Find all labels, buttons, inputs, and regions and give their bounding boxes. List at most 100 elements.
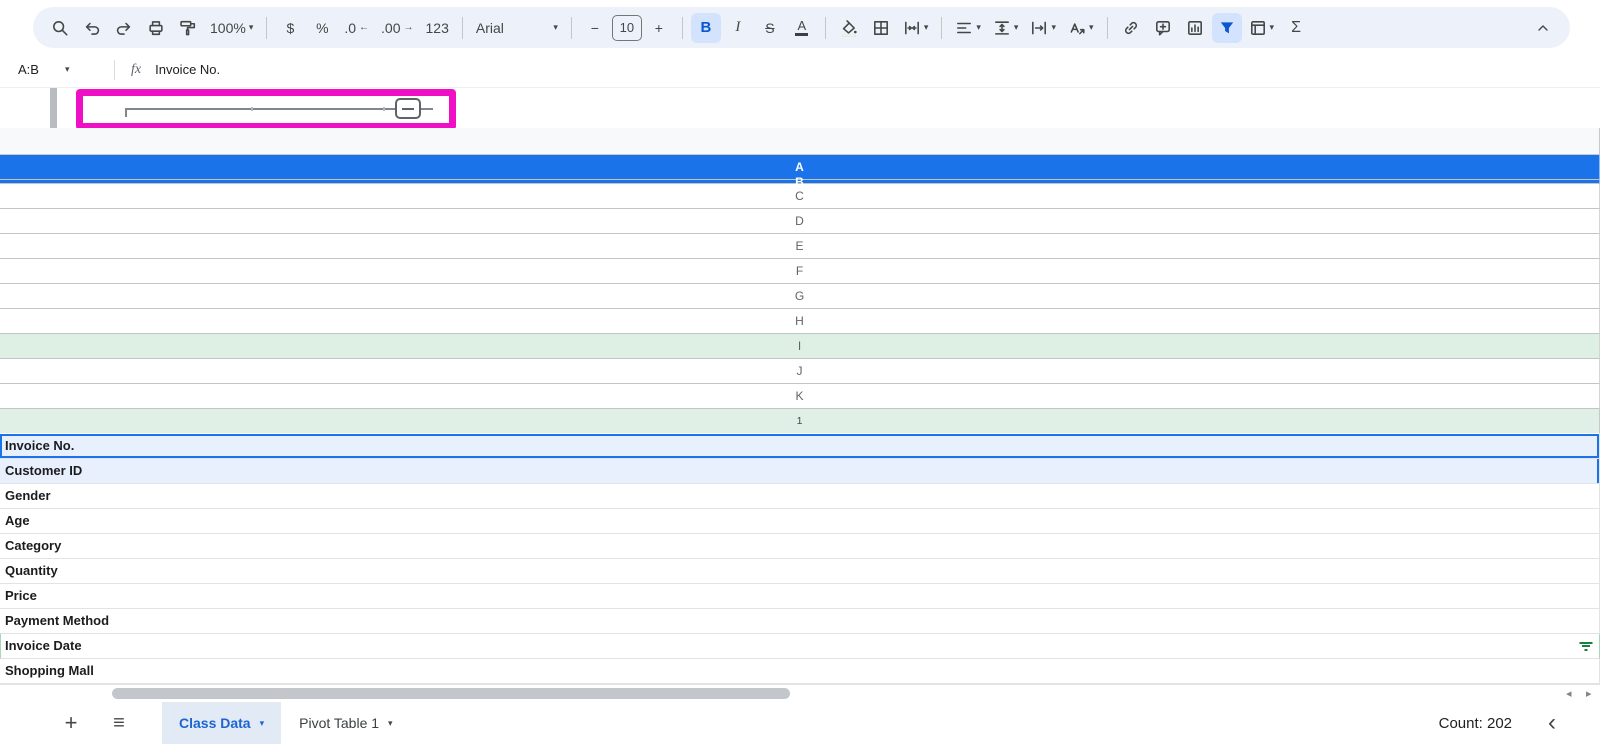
redo-button[interactable] bbox=[109, 13, 139, 43]
chevron-down-icon: ▾ bbox=[1051, 22, 1056, 32]
cell[interactable]: Shopping Mall bbox=[0, 659, 1600, 684]
column-header-F[interactable]: F bbox=[0, 259, 1600, 284]
decrease-font-size-button[interactable]: − bbox=[580, 13, 610, 43]
name-box-value: A:B bbox=[18, 62, 39, 77]
font-size-input[interactable]: 10 bbox=[611, 14, 642, 41]
column-header-E[interactable]: E bbox=[0, 234, 1600, 259]
column-header-G[interactable]: G bbox=[0, 284, 1600, 309]
increase-decimal-button[interactable]: .00 → bbox=[376, 13, 418, 43]
cell[interactable]: Customer ID bbox=[0, 459, 1600, 484]
zoom-select[interactable]: 100% ▾ bbox=[205, 13, 258, 43]
cell[interactable]: Quantity bbox=[0, 559, 1600, 584]
comment-icon bbox=[1155, 20, 1170, 36]
cell[interactable]: Gender bbox=[0, 484, 1600, 509]
bold-button[interactable]: B bbox=[690, 12, 721, 43]
vertical-align-button[interactable]: ▾ bbox=[988, 13, 1024, 43]
select-all-corner[interactable] bbox=[0, 128, 1600, 155]
horizontal-align-button[interactable]: ▾ bbox=[950, 13, 986, 43]
undo-button[interactable] bbox=[77, 13, 107, 43]
toolbar-divider bbox=[1106, 16, 1108, 39]
fill-color-icon bbox=[841, 19, 857, 37]
insert-chart-button[interactable] bbox=[1180, 13, 1210, 43]
add-sheet-button[interactable]: + bbox=[58, 710, 84, 736]
cell[interactable]: Payment Method bbox=[0, 609, 1600, 634]
filter-funnel-icon bbox=[1220, 21, 1233, 33]
currency-format-button[interactable]: $ bbox=[275, 13, 305, 43]
arrow-left-icon: ← bbox=[359, 22, 370, 33]
chevron-down-icon: ▾ bbox=[1269, 22, 1275, 32]
toolbar-divider bbox=[941, 16, 943, 39]
column-header-K[interactable]: K bbox=[0, 384, 1600, 409]
filter-views-button[interactable]: ▾ bbox=[1244, 13, 1280, 43]
toolbar: 100% ▾ $ % .0 ← .00 → 123 Arial ▾ − 10 + B I… bbox=[33, 7, 1570, 48]
cell[interactable]: Age bbox=[0, 509, 1600, 534]
zoom-value: 100% bbox=[210, 19, 246, 36]
scrollbar-thumb[interactable] bbox=[112, 688, 790, 699]
row-header[interactable]: 1 bbox=[0, 409, 1600, 434]
scroll-right-arrow[interactable]: ▸ bbox=[1586, 687, 1592, 700]
cell[interactable]: Price bbox=[0, 584, 1600, 609]
percent-format-button[interactable]: % bbox=[307, 13, 337, 43]
chart-icon bbox=[1187, 20, 1202, 35]
insert-link-button[interactable] bbox=[1116, 13, 1146, 43]
collapse-panel-chevron[interactable]: ‹ bbox=[1548, 711, 1556, 735]
spreadsheet-grid: A B C D E F G H I J K 1 Invoice No. Customer ID Gender… bbox=[0, 128, 1600, 685]
font-select[interactable]: Arial ▾ bbox=[471, 13, 563, 43]
borders-button[interactable] bbox=[866, 13, 896, 43]
divider bbox=[114, 59, 115, 80]
create-filter-button[interactable] bbox=[1211, 12, 1242, 43]
merge-cells-button[interactable]: ▾ bbox=[898, 13, 934, 43]
fill-color-button[interactable] bbox=[834, 13, 864, 43]
merge-cells-icon bbox=[904, 21, 919, 34]
toolbar-divider bbox=[681, 16, 683, 39]
filter-views-icon bbox=[1250, 20, 1265, 35]
text-wrap-button[interactable]: ▾ bbox=[1025, 13, 1061, 43]
chevron-down-icon: ▾ bbox=[923, 22, 929, 32]
annotation-highlight-box bbox=[76, 89, 456, 130]
status-count[interactable]: Count: 202 bbox=[1439, 715, 1512, 732]
italic-button[interactable]: I bbox=[723, 13, 753, 43]
paint-format-button[interactable] bbox=[173, 13, 203, 43]
formula-bar: A:B ▾ fx Invoice No. bbox=[0, 52, 1600, 88]
decrease-decimal-label: .0 bbox=[344, 19, 357, 36]
chevron-down-icon: ▾ bbox=[388, 717, 393, 728]
functions-button[interactable]: Σ bbox=[1281, 13, 1311, 43]
cell[interactable]: Invoice No. bbox=[0, 434, 1600, 459]
sheet-tab-label: Class Data bbox=[179, 715, 251, 731]
scroll-left-arrow[interactable]: ◂ bbox=[1566, 687, 1572, 700]
formula-input[interactable]: Invoice No. bbox=[155, 62, 220, 77]
name-box[interactable]: A:B ▾ bbox=[0, 62, 110, 77]
insert-comment-button[interactable] bbox=[1148, 13, 1178, 43]
sheet-tab-class-data[interactable]: Class Data ▾ bbox=[162, 702, 282, 744]
column-header-D[interactable]: D bbox=[0, 209, 1600, 234]
link-icon bbox=[1124, 21, 1137, 34]
chevron-down-icon: ▾ bbox=[1088, 22, 1094, 32]
cell[interactable]: Invoice Date bbox=[0, 634, 1600, 659]
chevron-down-icon: ▾ bbox=[64, 64, 70, 74]
column-header-C[interactable]: C bbox=[0, 184, 1600, 209]
column-header-J[interactable]: J bbox=[0, 359, 1600, 384]
column-header-H[interactable]: H bbox=[0, 309, 1600, 334]
toolbar-divider bbox=[266, 16, 268, 39]
column-header-I[interactable]: I bbox=[0, 334, 1600, 359]
increase-font-size-button[interactable]: + bbox=[644, 13, 674, 43]
increase-decimal-label: .00 bbox=[381, 19, 401, 36]
arrow-right-icon: → bbox=[403, 22, 414, 33]
strikethrough-button[interactable]: S bbox=[755, 13, 785, 43]
cell[interactable]: Category bbox=[0, 534, 1600, 559]
text-rotation-button[interactable]: ▾ bbox=[1063, 13, 1099, 43]
slider-track[interactable] bbox=[125, 108, 433, 110]
all-sheets-button[interactable]: ≡ bbox=[106, 712, 132, 735]
decrease-decimal-button[interactable]: .0 ← bbox=[339, 13, 374, 43]
number-format-button[interactable]: 123 bbox=[421, 13, 454, 43]
filter-applied-icon[interactable] bbox=[1579, 642, 1592, 651]
slider-handle[interactable] bbox=[395, 98, 421, 119]
pane-divider bbox=[50, 88, 57, 128]
search-button[interactable] bbox=[45, 13, 75, 43]
print-button[interactable] bbox=[141, 13, 171, 43]
chevron-down-icon: ▾ bbox=[259, 717, 265, 728]
sheet-tab-pivot-table[interactable]: Pivot Table 1 ▾ bbox=[281, 715, 410, 731]
text-color-button[interactable]: A bbox=[787, 13, 817, 43]
text-wrap-icon bbox=[1032, 21, 1047, 34]
hide-toolbar-button[interactable] bbox=[1528, 13, 1558, 43]
